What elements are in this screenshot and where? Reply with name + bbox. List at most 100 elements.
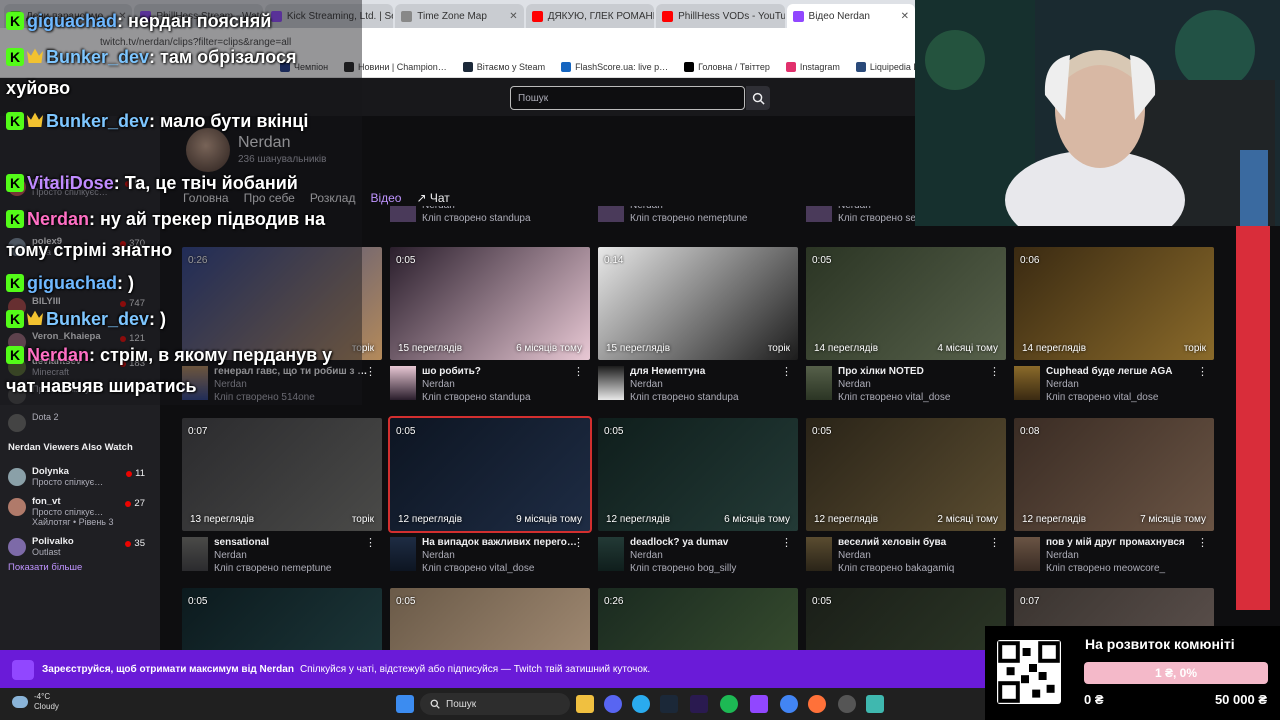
clip-channel[interactable]: Nerdan <box>838 550 871 561</box>
browser-tab[interactable]: PhillHess Stream - Watch…✕ <box>134 4 263 28</box>
clip-title[interactable]: для Немептуна <box>630 366 785 377</box>
clip-thumbnail[interactable]: 0:05 12 переглядів 9 місяців тому <box>388 416 592 533</box>
tab-channel[interactable]: Відео <box>370 191 401 205</box>
windows-start-icon[interactable] <box>396 695 414 713</box>
clip-card[interactable]: 0:05 12 переглядів 2 місяці тому веселий хе… <box>806 418 1006 583</box>
clip-channel[interactable]: Nerdan <box>422 379 455 390</box>
game-cover[interactable] <box>806 366 832 400</box>
obs-icon[interactable] <box>838 695 856 713</box>
bookmark-item[interactable]: Новини | Champion… <box>344 61 447 72</box>
steam-icon[interactable] <box>660 695 678 713</box>
bookmark-item[interactable]: Liquipedia Dota 2… <box>855 61 915 72</box>
clip-card[interactable]: 0:08 12 переглядів 7 місяців тому пов у мій… <box>1014 418 1214 583</box>
close-tab-icon[interactable]: ✕ <box>901 11 909 22</box>
tab-channel-chat[interactable]: ↗ Чат <box>416 191 449 205</box>
tab-channel[interactable]: Головна <box>183 191 229 205</box>
taskbar-search[interactable]: Пошук <box>420 693 570 715</box>
spotify-icon[interactable] <box>720 695 738 713</box>
clip-card[interactable]: 0:26 торік генерал гавс, що ти робиш з гр…… <box>182 247 382 412</box>
clip-channel[interactable]: Nerdan <box>838 379 871 390</box>
clip-card[interactable]: 0:05 <box>182 588 382 650</box>
clip-title[interactable]: На випадок важливих перегов… <box>422 537 577 548</box>
address-bar[interactable]: twitch.tv/nerdan/clips?filter=clips&rang… <box>0 28 915 56</box>
clip-thumbnail[interactable]: 0:05 12 переглядів 6 місяців тому <box>598 418 798 531</box>
firefox-icon[interactable] <box>808 695 826 713</box>
sidebar-channel[interactable]: Polivalko Outlast 35 <box>8 536 153 557</box>
clip-channel[interactable]: Nerdan <box>630 379 663 390</box>
clip-title[interactable]: sensational <box>214 537 369 548</box>
sidebar-channel[interactable]: Veron_Khaiepa 121 <box>8 331 153 351</box>
more-options-icon[interactable]: ⋮ <box>1197 365 1208 378</box>
telegram-icon[interactable] <box>632 695 650 713</box>
browser-tab[interactable]: Kick Streaming, Ltd. | Set…✕ <box>264 4 394 28</box>
more-options-icon[interactable]: ⋮ <box>781 365 792 378</box>
sidebar-channel[interactable]: BILYIII 747 <box>8 296 153 316</box>
clip-card[interactable]: 0:05 <box>390 588 590 650</box>
clip-title[interactable]: веселий хеловін бува <box>838 537 993 548</box>
clip-card[interactable]: 0:26 <box>598 588 798 650</box>
game-cover[interactable] <box>598 206 624 222</box>
browser-tab[interactable]: Time Zone Map ✕ <box>395 4 524 28</box>
clip-thumbnail[interactable]: 0:07 13 переглядів торік <box>182 418 382 531</box>
browser-tab[interactable]: Відео Nerdan ✕ <box>786 4 915 28</box>
weather-widget[interactable]: -4°C Cloudy <box>12 692 59 712</box>
game-cover[interactable] <box>598 366 624 400</box>
clip-card[interactable]: 0:05 15 переглядів 6 місяців тому шо робить… <box>390 247 590 412</box>
clip-thumbnail[interactable]: 0:05 <box>182 588 382 650</box>
clip-channel[interactable]: Nerdan <box>214 379 247 390</box>
clip-card[interactable]: 0:07 13 переглядів торік sensational Nerdan К… <box>182 418 382 583</box>
game-cover[interactable] <box>806 206 832 222</box>
bookmark-item[interactable]: FlashScore.ua: live р… <box>561 61 668 72</box>
address-url[interactable]: twitch.tv/nerdan/clips?filter=clips&rang… <box>100 37 291 48</box>
sidebar-channel[interactable]: Dota 2 <box>8 412 153 432</box>
clip-title[interactable]: генерал гавс, що ти робиш з гр… <box>214 366 369 377</box>
more-options-icon[interactable]: ⋮ <box>365 365 376 378</box>
browser-tab[interactable]: Деви паранормо… ✕ <box>4 4 133 28</box>
clip-title[interactable]: deadlock? ya dumav <box>630 537 785 548</box>
sidebar-channel[interactable]: schgood Просто спілкуєс… 54 <box>8 176 153 197</box>
game-cover[interactable] <box>598 537 624 571</box>
game-cover[interactable] <box>182 366 208 400</box>
clip-channel[interactable]: Nerdan <box>838 206 871 211</box>
clip-card[interactable]: 0:05 12 переглядів 6 місяців тому deadlock?… <box>598 418 798 583</box>
tab-channel[interactable]: Розклад <box>310 191 356 205</box>
more-options-icon[interactable]: ⋮ <box>573 365 584 378</box>
clip-title[interactable]: Про хілки NOTED <box>838 366 993 377</box>
clip-channel[interactable]: Nerdan <box>630 550 663 561</box>
tab-channel[interactable]: Про себе <box>244 191 295 205</box>
sidebar-channel[interactable]: Dolynka Просто спілкує… 11 <box>8 466 153 487</box>
game-cover[interactable] <box>182 537 208 571</box>
clip-channel[interactable]: Nerdan <box>422 206 455 211</box>
clip-card[interactable]: 0:06 14 переглядів торік Cuphead буде легше… <box>1014 247 1214 412</box>
clip-thumbnail[interactable]: 0:05 14 переглядів 4 місяці тому <box>806 247 1006 360</box>
clip-card[interactable]: Nerdan Кліп створено nemeptune <box>598 206 798 250</box>
sidebar-channel[interactable]: fon_vt Просто спілкує… Хайлотяг • Рівень 3… <box>8 496 153 527</box>
close-tab-icon[interactable]: ✕ <box>509 11 517 22</box>
clip-card[interactable]: 0:14 15 переглядів торік для Немептуна Nerda… <box>598 247 798 412</box>
game-cover[interactable] <box>390 206 416 222</box>
close-tab-icon[interactable]: ✕ <box>118 11 126 22</box>
clip-thumbnail[interactable]: 0:08 12 переглядів 7 місяців тому <box>1014 418 1214 531</box>
browser-tab[interactable]: ДЯКУЮ, ГЛЕК РОМАНЕ…✕ <box>525 4 655 28</box>
clip-card[interactable]: 0:05 14 переглядів 4 місяці тому Про хілки … <box>806 247 1006 412</box>
more-options-icon[interactable]: ⋮ <box>1197 536 1208 549</box>
more-options-icon[interactable]: ⋮ <box>781 536 792 549</box>
clip-card[interactable]: Nerdan Кліп створено standupa <box>390 206 590 250</box>
show-more-link[interactable]: Показати більше <box>8 562 82 573</box>
game-cover[interactable] <box>1014 366 1040 400</box>
channel-name[interactable]: Nerdan <box>238 134 290 152</box>
game-cover[interactable] <box>390 537 416 571</box>
clip-thumbnail[interactable]: 0:05 <box>390 588 590 650</box>
clip-title[interactable]: пов у мій друг промахнувся <box>1046 537 1201 548</box>
clip-channel[interactable]: Nerdan <box>422 550 455 561</box>
twitch-app-icon[interactable] <box>750 695 768 713</box>
clip-channel[interactable]: Nerdan <box>214 550 247 561</box>
game-cover[interactable] <box>806 537 832 571</box>
clip-thumbnail[interactable]: 0:26 торік <box>182 247 382 360</box>
game-cover[interactable] <box>1014 537 1040 571</box>
more-options-icon[interactable]: ⋮ <box>573 536 584 549</box>
more-options-icon[interactable]: ⋮ <box>365 536 376 549</box>
bookmark-item[interactable]: Instagram <box>785 61 840 72</box>
chrome-icon[interactable] <box>780 695 798 713</box>
notepad-icon[interactable] <box>866 695 884 713</box>
